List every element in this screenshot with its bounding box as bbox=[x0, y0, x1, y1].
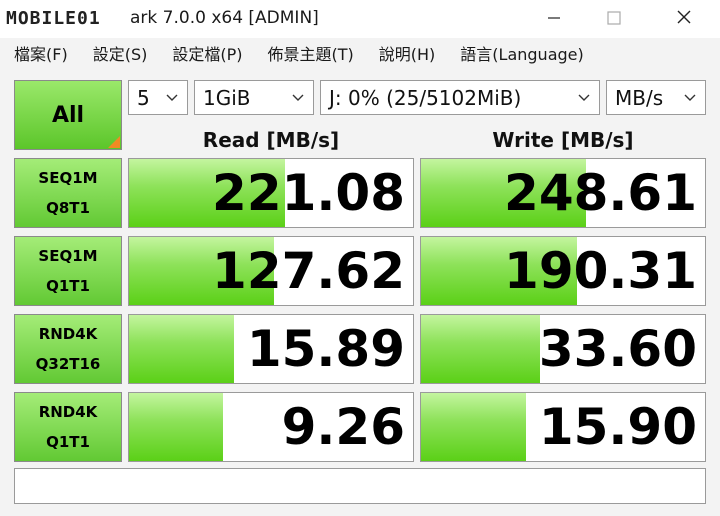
write-bar bbox=[421, 315, 541, 383]
corner-marker bbox=[108, 136, 120, 148]
drive-value: J: 0% (25/5102MiB) bbox=[329, 85, 522, 110]
window-title: ark 7.0.0 x64 [ADMIN] bbox=[130, 8, 319, 28]
write-value: 33.60 bbox=[538, 320, 697, 378]
test-rnd4k-q1t1-button[interactable]: RND4K Q1T1 bbox=[14, 392, 122, 462]
maximize-button[interactable] bbox=[580, 0, 648, 38]
write-header: Write [MB/s] bbox=[492, 128, 634, 152]
test-name: SEQ1M bbox=[38, 169, 98, 187]
watermark-logo: MOBILE01 bbox=[6, 5, 146, 31]
test-name: RND4K bbox=[38, 403, 98, 421]
test-params: Q1T1 bbox=[46, 433, 90, 451]
menu-language[interactable]: 語言(Language) bbox=[446, 41, 594, 65]
test-params: Q32T16 bbox=[35, 355, 101, 373]
unit-select[interactable]: MB/s bbox=[606, 80, 706, 115]
read-result-cell: 127.62 bbox=[128, 236, 414, 306]
size-select[interactable]: 1GiB bbox=[194, 80, 314, 115]
menu-settings[interactable]: 設定(S) bbox=[79, 41, 159, 65]
test-seq1m-q1t1-button[interactable]: SEQ1M Q1T1 bbox=[14, 236, 122, 306]
title-bar: MOBILE01 ark 7.0.0 x64 [ADMIN] bbox=[0, 0, 720, 38]
read-value: 9.26 bbox=[281, 398, 405, 456]
write-value: 190.31 bbox=[504, 242, 697, 300]
write-result-cell: 15.90 bbox=[420, 392, 706, 462]
close-button[interactable] bbox=[650, 0, 718, 38]
read-value: 127.62 bbox=[212, 242, 405, 300]
comment-field[interactable] bbox=[14, 468, 706, 504]
read-bar bbox=[129, 315, 235, 383]
write-value: 15.90 bbox=[538, 398, 697, 456]
read-bar bbox=[129, 393, 223, 461]
close-icon bbox=[676, 9, 692, 30]
minimize-icon bbox=[547, 9, 561, 30]
menu-file[interactable]: 檔案(F) bbox=[0, 41, 79, 65]
read-result-cell: 15.89 bbox=[128, 314, 414, 384]
read-result-cell: 9.26 bbox=[128, 392, 414, 462]
logo-text: MOBILE01 bbox=[6, 7, 101, 29]
write-result-cell: 190.31 bbox=[420, 236, 706, 306]
chevron-down-icon bbox=[291, 91, 305, 105]
write-result-cell: 248.61 bbox=[420, 158, 706, 228]
menu-theme[interactable]: 佈景主題(T) bbox=[254, 41, 365, 65]
test-name: RND4K bbox=[38, 325, 98, 343]
read-value: 15.89 bbox=[246, 320, 405, 378]
read-header: Read [MB/s] bbox=[202, 128, 340, 152]
maximize-icon bbox=[607, 9, 621, 30]
size-value: 1GiB bbox=[203, 85, 251, 110]
chevron-down-icon bbox=[683, 91, 697, 105]
write-value: 248.61 bbox=[504, 164, 697, 222]
menu-profile[interactable]: 設定檔(P) bbox=[158, 41, 253, 65]
menu-help[interactable]: 說明(H) bbox=[365, 41, 447, 65]
all-button-label: All bbox=[51, 102, 85, 128]
count-select[interactable]: 5 bbox=[128, 80, 188, 115]
chevron-down-icon bbox=[165, 91, 179, 105]
test-params: Q1T1 bbox=[46, 277, 90, 295]
minimize-button[interactable] bbox=[520, 0, 588, 38]
test-name: SEQ1M bbox=[38, 247, 98, 265]
write-result-cell: 33.60 bbox=[420, 314, 706, 384]
test-params: Q8T1 bbox=[46, 199, 90, 217]
read-result-cell: 221.08 bbox=[128, 158, 414, 228]
all-button[interactable]: All bbox=[14, 80, 122, 150]
menu-bar: 檔案(F) 設定(S) 設定檔(P) 佈景主題(T) 說明(H) 語言(Lang… bbox=[0, 38, 720, 68]
drive-select[interactable]: J: 0% (25/5102MiB) bbox=[320, 80, 600, 115]
test-rnd4k-q32t16-button[interactable]: RND4K Q32T16 bbox=[14, 314, 122, 384]
count-value: 5 bbox=[137, 85, 150, 110]
chevron-down-icon bbox=[577, 91, 591, 105]
unit-value: MB/s bbox=[615, 85, 664, 110]
read-value: 221.08 bbox=[212, 164, 405, 222]
write-bar bbox=[421, 393, 527, 461]
test-seq1m-q8t1-button[interactable]: SEQ1M Q8T1 bbox=[14, 158, 122, 228]
